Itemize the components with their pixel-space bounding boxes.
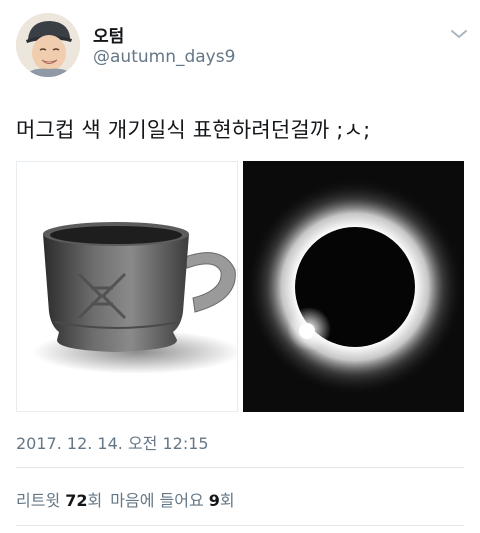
divider-bottom <box>16 525 464 526</box>
like-stat[interactable]: 마음에 들어요 9회 <box>110 491 234 510</box>
tweet-detail: 오텀 @autumn_days9 머그컵 색 개기일식 표현하려던걸까 ;ㅅ; <box>0 0 480 533</box>
eclipse-image <box>243 161 464 412</box>
mug-image <box>32 222 237 374</box>
user-handle[interactable]: @autumn_days9 <box>93 47 235 67</box>
engagement-stats: 리트윗 72회 마음에 들어요 9회 <box>16 487 235 511</box>
retweet-unit: 회 <box>87 491 103 510</box>
tweet-timestamp[interactable]: 2017. 12. 14. 오전 12:15 <box>16 430 209 454</box>
media-eclipse-photo[interactable] <box>243 161 464 412</box>
avatar-image <box>16 13 80 77</box>
like-unit: 회 <box>219 491 235 510</box>
retweet-count: 72 <box>65 491 88 510</box>
retweet-label: 리트윗 <box>16 491 61 510</box>
retweet-stat[interactable]: 리트윗 72회 <box>16 491 102 510</box>
tweet-text: 머그컵 색 개기일식 표현하려던걸까 ;ㅅ; <box>16 118 371 142</box>
divider-top <box>16 467 464 468</box>
like-count: 9 <box>208 491 220 510</box>
media-mug-photo[interactable] <box>16 161 238 412</box>
avatar[interactable] <box>16 13 80 77</box>
like-label: 마음에 들어요 <box>110 491 204 510</box>
chevron-down-icon[interactable] <box>449 26 469 42</box>
display-name[interactable]: 오텀 <box>93 22 124 47</box>
